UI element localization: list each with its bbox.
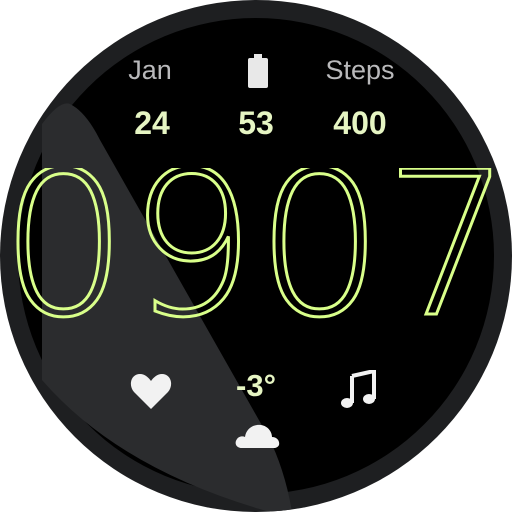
heart-icon[interactable] <box>130 372 172 410</box>
battery-value[interactable]: 53 <box>216 103 296 143</box>
music-note-icon[interactable] <box>340 370 376 410</box>
watch-face: Jan 24 53 Steps 400 0907 -3° <box>0 0 512 512</box>
time-display: 0907 <box>0 168 512 338</box>
steps-label[interactable]: Steps <box>310 52 410 88</box>
cloud-icon[interactable] <box>234 420 280 450</box>
battery-icon[interactable] <box>248 54 268 88</box>
temperature-value[interactable]: -3° <box>215 364 297 408</box>
steps-value[interactable]: 400 <box>310 103 410 143</box>
time-digits: 0907 <box>0 168 512 338</box>
date-day-value[interactable]: 24 <box>112 103 192 143</box>
date-month-label[interactable]: Jan <box>110 52 190 88</box>
